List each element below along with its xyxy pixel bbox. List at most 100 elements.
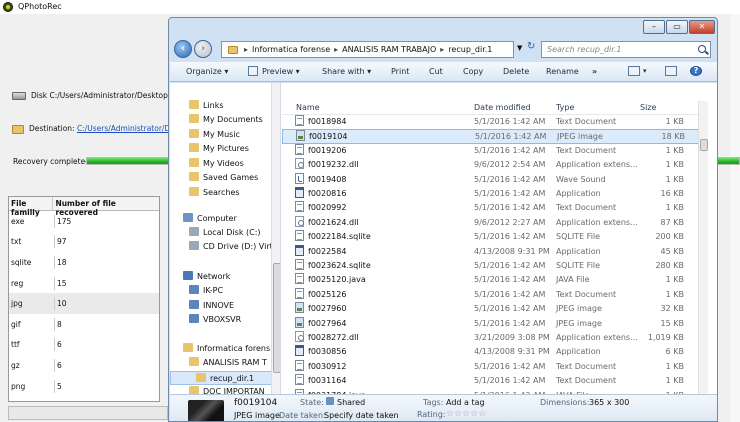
column-header-name[interactable]: Name xyxy=(296,103,320,112)
maximize-button[interactable]: ▭ xyxy=(666,20,688,34)
destination-path-link[interactable]: C:/Users/Administrator/De xyxy=(77,124,175,133)
nav-item-label: My Documents xyxy=(203,115,263,124)
share-with-button[interactable]: Share with ▾ xyxy=(322,67,371,76)
table-row[interactable]: gif 8 xyxy=(9,314,159,335)
column-header-count[interactable]: Number of file recovered xyxy=(53,197,159,217)
nav-item[interactable]: My Documents xyxy=(170,113,280,127)
table-row[interactable]: txt 97 xyxy=(9,232,159,253)
file-row[interactable]: f0025120.java 5/1/2016 1:42 AM JAVA File 1 … xyxy=(282,273,702,287)
file-name: f0019206 xyxy=(308,145,347,155)
file-row[interactable]: f0022184.sqlite 5/1/2016 1:42 AM SQLITE Fi… xyxy=(282,230,702,244)
document-icon xyxy=(295,115,304,126)
search-placeholder: Search recup_dir.1 xyxy=(547,45,622,54)
rename-button[interactable]: Rename xyxy=(546,67,579,76)
table-row[interactable]: gz 6 xyxy=(9,355,159,376)
column-header-size[interactable]: Size xyxy=(640,103,656,112)
file-size: 32 KB xyxy=(660,304,684,314)
nav-item[interactable]: Searches xyxy=(170,186,280,200)
file-row[interactable]: f0028272.dll 3/21/2009 3:08 PM Application… xyxy=(282,331,702,345)
file-row[interactable]: f0031164 5/1/2016 1:42 AM Text Document 1 K… xyxy=(282,374,702,388)
file-row[interactable]: f0027964 5/1/2016 1:42 AM JPEG image 15 KB xyxy=(282,316,702,331)
nav-item[interactable]: CD Drive (D:) Virt xyxy=(170,240,280,254)
table-row[interactable]: sqlite 18 xyxy=(9,252,159,273)
file-row[interactable]: f0025126 5/1/2016 1:42 AM Text Document 1 K… xyxy=(282,287,702,302)
nav-item[interactable]: VBOXSVR xyxy=(170,313,280,327)
address-bar[interactable]: ▸ Informatica forense ▸ ANALISIS RAM TRABAJ… xyxy=(221,41,514,58)
close-button[interactable]: ✕ xyxy=(689,20,715,34)
nav-item[interactable]: Saved Games xyxy=(170,171,280,185)
change-view-icon[interactable] xyxy=(628,66,640,76)
file-list-scrollbar[interactable] xyxy=(698,101,708,394)
nav-item[interactable]: Network xyxy=(170,270,280,284)
details-pane: f0019104 JPEG image State: Shared Date t… xyxy=(170,394,717,421)
breadcrumb-segment[interactable]: Informatica forense xyxy=(252,45,330,54)
refresh-icon[interactable]: ↻ xyxy=(527,41,535,52)
qphotorec-scrollbar[interactable] xyxy=(730,14,740,422)
table-row[interactable]: jpg 10 xyxy=(9,293,159,314)
file-row[interactable]: f0019206 5/1/2016 1:42 AM Text Document 1 K… xyxy=(282,143,702,158)
file-list-scroll-thumb[interactable] xyxy=(700,139,708,151)
file-row[interactable]: f0030912 5/1/2016 1:42 AM Text Document 1 K… xyxy=(282,359,702,374)
folder-icon xyxy=(196,373,206,382)
nav-item[interactable]: My Music xyxy=(170,128,280,142)
file-row[interactable]: f0023624.sqlite 5/1/2016 1:42 AM SQLITE Fi… xyxy=(282,259,702,273)
nav-item[interactable]: ANALISIS RAM T xyxy=(170,356,280,370)
file-size: 18 KB xyxy=(661,132,685,142)
state-label: State: xyxy=(300,398,324,407)
table-row[interactable]: ttf 6 xyxy=(9,335,159,356)
file-row[interactable]: f0027960 5/1/2016 1:42 AM JPEG image 32 KB xyxy=(282,302,702,316)
date-taken-value[interactable]: Specify date taken xyxy=(324,411,399,420)
more-commands-button[interactable]: » xyxy=(592,67,597,76)
nav-item[interactable]: recup_dir.1 xyxy=(170,371,280,385)
tags-value[interactable]: Add a tag xyxy=(446,398,485,407)
preview-pane-icon[interactable] xyxy=(665,66,677,76)
navigation-scrollbar[interactable] xyxy=(271,83,280,394)
file-row[interactable]: f0020992 5/1/2016 1:42 AM Text Document 1 K… xyxy=(282,201,702,215)
forward-button[interactable]: › xyxy=(194,40,212,58)
file-size: 1 KB xyxy=(665,376,684,386)
column-header-type[interactable]: Type xyxy=(556,103,574,112)
nav-item[interactable]: Links xyxy=(170,99,280,113)
print-button[interactable]: Print xyxy=(391,67,409,76)
view-dropdown-icon[interactable]: ▾ xyxy=(643,67,647,75)
minimize-button[interactable]: – xyxy=(643,20,665,34)
rating-stars[interactable]: ☆☆☆☆☆ xyxy=(446,409,486,419)
cut-button[interactable]: Cut xyxy=(429,67,443,76)
help-icon[interactable]: ? xyxy=(690,66,702,76)
navigation-scroll-thumb[interactable] xyxy=(273,263,280,373)
pc-icon xyxy=(189,314,199,323)
file-row[interactable]: f0019104 5/1/2016 1:42 AM JPEG image 18 KB xyxy=(282,129,702,144)
preview-button[interactable]: Preview ▾ xyxy=(262,67,300,76)
file-row[interactable]: f0020816 5/1/2016 1:42 AM Application 16 KB xyxy=(282,187,702,201)
breadcrumb-segment[interactable]: ANALISIS RAM TRABAJO xyxy=(342,45,436,54)
search-icon[interactable] xyxy=(698,45,706,53)
file-row[interactable]: f0019408 5/1/2016 1:42 AM Wave Sound 1 KB xyxy=(282,172,702,187)
breadcrumb-segment[interactable]: recup_dir.1 xyxy=(448,45,492,54)
document-icon xyxy=(295,143,304,155)
search-input[interactable]: Search recup_dir.1 xyxy=(541,41,711,58)
table-horizontal-scrollbar[interactable] xyxy=(8,406,168,420)
delete-button[interactable]: Delete xyxy=(503,67,529,76)
back-button[interactable]: ‹ xyxy=(174,40,192,58)
table-row[interactable]: png 5 xyxy=(9,376,159,397)
nav-item[interactable]: My Videos xyxy=(170,157,280,171)
table-row[interactable]: reg 15 xyxy=(9,273,159,294)
file-row[interactable]: f0018984 5/1/2016 1:42 AM Text Document 1 K… xyxy=(282,115,702,129)
column-header-date[interactable]: Date modified xyxy=(474,103,531,112)
nav-item[interactable]: Computer xyxy=(170,212,280,226)
nav-item[interactable]: IK-PC xyxy=(170,284,280,298)
nav-item[interactable]: DOC IMPORTAN xyxy=(170,385,280,394)
copy-button[interactable]: Copy xyxy=(463,67,483,76)
file-row[interactable]: f0021624.dll 9/6/2012 2:27 AM Application … xyxy=(282,215,702,230)
file-row[interactable]: f0019232.dll 9/6/2012 2:54 AM Application … xyxy=(282,158,702,172)
nav-item[interactable]: Local Disk (C:) xyxy=(170,226,280,240)
address-dropdown-icon[interactable]: ▼ xyxy=(517,44,522,52)
nav-item[interactable]: INNOVE xyxy=(170,299,280,313)
nav-item[interactable]: Informatica forens xyxy=(170,342,280,356)
organize-button[interactable]: Organize ▾ xyxy=(186,67,228,76)
recovered-count-cell: 18 xyxy=(57,257,67,267)
file-row[interactable]: f0030856 4/13/2008 9:31 PM Application 6 KB xyxy=(282,345,702,359)
nav-item[interactable]: My Pictures xyxy=(170,142,280,156)
file-row[interactable]: f0022584 4/13/2008 9:31 PM Application 45 K… xyxy=(282,244,702,259)
column-header-family[interactable]: File familly xyxy=(9,197,54,217)
